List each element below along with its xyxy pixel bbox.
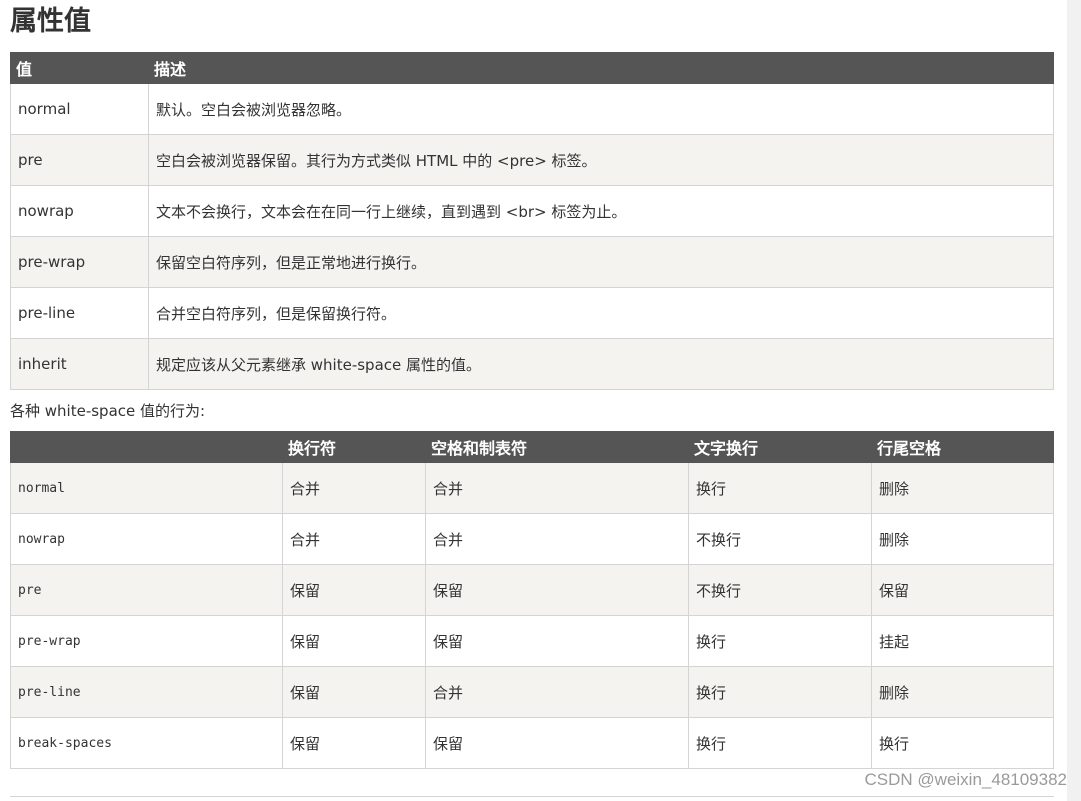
trailing-cell: 删除: [871, 666, 1054, 718]
description-cell: 空白会被浏览器保留。其行为方式类似 HTML 中的 <pre> 标签。: [148, 134, 1054, 186]
description-cell: 保留空白符序列，但是正常地进行换行。: [148, 236, 1054, 288]
mode-cell: break-spaces: [10, 717, 283, 769]
wrap-cell: 不换行: [688, 564, 872, 616]
description-cell: 合并空白符序列，但是保留换行符。: [148, 287, 1054, 339]
table-row: pre-wrap 保留 保留 换行 挂起: [10, 615, 1054, 667]
value-cell: pre-line: [10, 287, 149, 339]
wrap-cell: 换行: [688, 615, 872, 667]
table-row: nowrap 合并 合并 不换行 删除: [10, 513, 1054, 565]
behavior-caption: 各种 white-space 值的行为:: [10, 402, 206, 420]
table-row: pre-wrap 保留空白符序列，但是正常地进行换行。: [10, 236, 1054, 288]
value-cell: pre-wrap: [10, 236, 149, 288]
mode-cell: pre: [10, 564, 283, 616]
behavior-table: 换行符 空格和制表符 文字换行 行尾空格 normal 合并 合并 换行 删除 …: [10, 431, 1054, 769]
values-table-header-row: 值 描述: [10, 52, 1054, 84]
header-spaces-tabs: 空格和制表符: [425, 431, 689, 463]
values-table: 值 描述 normal 默认。空白会被浏览器忽略。 pre 空白会被浏览器保留。…: [10, 52, 1054, 390]
header-empty: [10, 431, 283, 463]
table-row: normal 默认。空白会被浏览器忽略。: [10, 83, 1054, 135]
page-title: 属性值: [10, 6, 91, 37]
bottom-divider: [10, 796, 1054, 797]
table-row: break-spaces 保留 保留 换行 换行: [10, 717, 1054, 769]
wrap-cell: 不换行: [688, 513, 872, 565]
spaces-cell: 保留: [425, 564, 689, 616]
table-row: inherit 规定应该从父元素继承 white-space 属性的值。: [10, 338, 1054, 390]
header-text-wrap: 文字换行: [688, 431, 872, 463]
header-description: 描述: [148, 52, 1054, 84]
spaces-cell: 保留: [425, 615, 689, 667]
header-trailing-space: 行尾空格: [871, 431, 1054, 463]
spaces-cell: 保留: [425, 717, 689, 769]
table-row: pre-line 合并空白符序列，但是保留换行符。: [10, 287, 1054, 339]
csdn-watermark: CSDN @weixin_48109382: [864, 770, 1067, 789]
newline-cell: 保留: [282, 564, 426, 616]
newline-cell: 合并: [282, 513, 426, 565]
value-cell: inherit: [10, 338, 149, 390]
trailing-cell: 保留: [871, 564, 1054, 616]
table-row: normal 合并 合并 换行 删除: [10, 462, 1054, 514]
mode-cell: pre-line: [10, 666, 283, 718]
trailing-cell: 换行: [871, 717, 1054, 769]
description-cell: 默认。空白会被浏览器忽略。: [148, 83, 1054, 135]
table-row: pre 空白会被浏览器保留。其行为方式类似 HTML 中的 <pre> 标签。: [10, 134, 1054, 186]
mode-cell: pre-wrap: [10, 615, 283, 667]
header-newline: 换行符: [282, 431, 426, 463]
description-cell: 文本不会换行，文本会在在同一行上继续，直到遇到 <br> 标签为止。: [148, 185, 1054, 237]
value-cell: normal: [10, 83, 149, 135]
header-value: 值: [10, 52, 149, 84]
table-row: pre-line 保留 合并 换行 删除: [10, 666, 1054, 718]
trailing-cell: 删除: [871, 513, 1054, 565]
spaces-cell: 合并: [425, 462, 689, 514]
wrap-cell: 换行: [688, 717, 872, 769]
vertical-scrollbar[interactable]: [1067, 0, 1081, 801]
table-row: nowrap 文本不会换行，文本会在在同一行上继续，直到遇到 <br> 标签为止…: [10, 185, 1054, 237]
behavior-table-header-row: 换行符 空格和制表符 文字换行 行尾空格: [10, 431, 1054, 463]
spaces-cell: 合并: [425, 513, 689, 565]
value-cell: nowrap: [10, 185, 149, 237]
table-row: pre 保留 保留 不换行 保留: [10, 564, 1054, 616]
newline-cell: 保留: [282, 717, 426, 769]
wrap-cell: 换行: [688, 462, 872, 514]
mode-cell: nowrap: [10, 513, 283, 565]
trailing-cell: 挂起: [871, 615, 1054, 667]
mode-cell: normal: [10, 462, 283, 514]
trailing-cell: 删除: [871, 462, 1054, 514]
newline-cell: 保留: [282, 666, 426, 718]
value-cell: pre: [10, 134, 149, 186]
newline-cell: 合并: [282, 462, 426, 514]
spaces-cell: 合并: [425, 666, 689, 718]
description-cell: 规定应该从父元素继承 white-space 属性的值。: [148, 338, 1054, 390]
wrap-cell: 换行: [688, 666, 872, 718]
newline-cell: 保留: [282, 615, 426, 667]
